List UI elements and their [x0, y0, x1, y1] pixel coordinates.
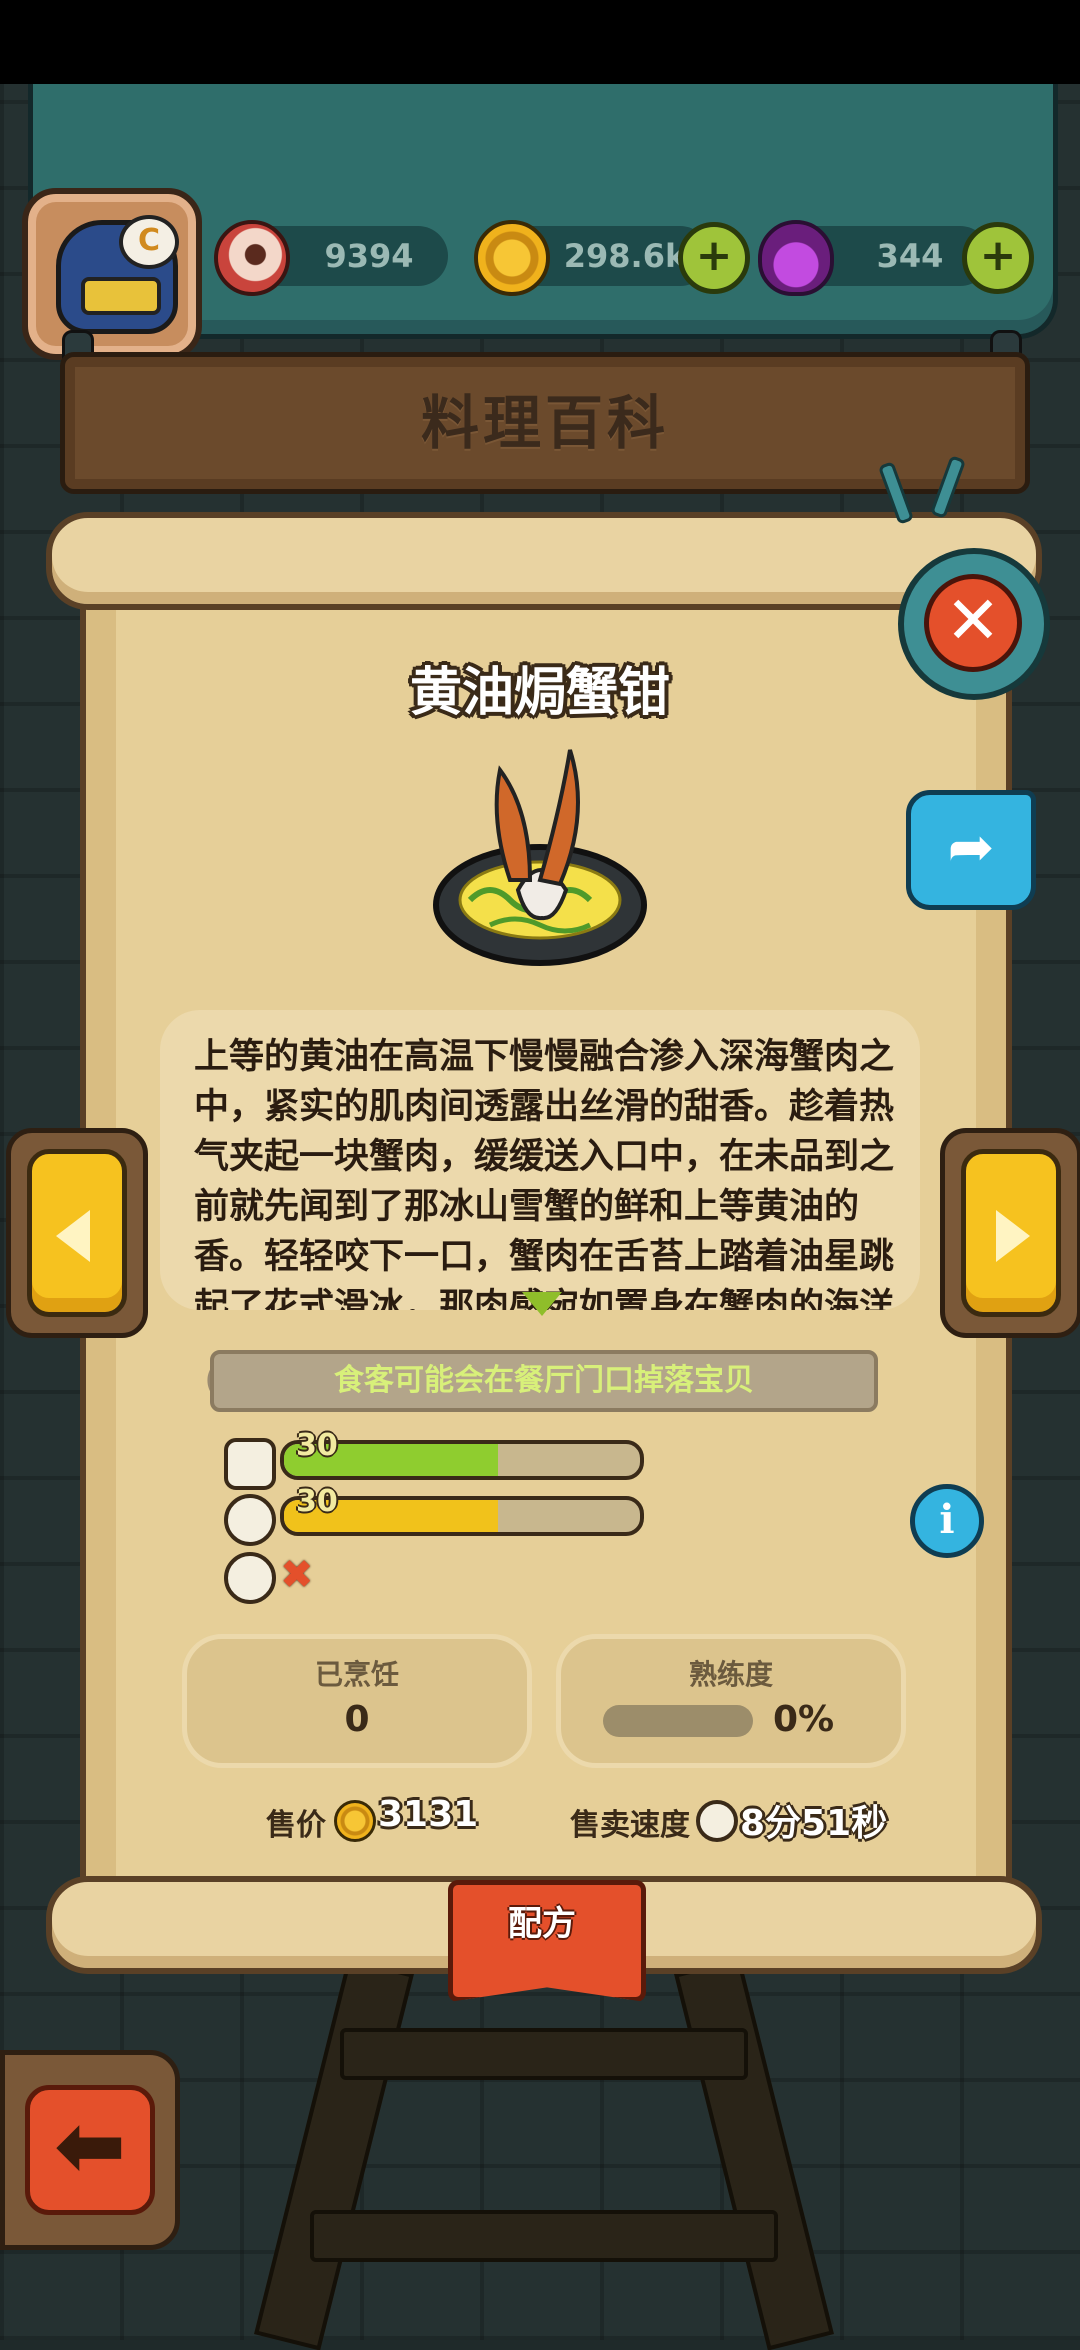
info-button[interactable]: i: [910, 1484, 984, 1558]
sale-speed-label: 售卖速度: [570, 1808, 690, 1843]
flame-icon: [224, 1552, 276, 1604]
drop-hint-banner: 食客可能会在餐厅门口掉落宝贝: [210, 1350, 878, 1412]
easel-bar-upper: [340, 2028, 748, 2080]
chef-hat-icon: C: [119, 215, 179, 269]
chevron-right-icon: [996, 1210, 1030, 1262]
add-coins-button[interactable]: +: [678, 222, 750, 294]
chevron-left-icon: [56, 1210, 90, 1262]
info-icon: i: [939, 1496, 955, 1543]
dish-name: 黄油焗蟹钳: [409, 663, 670, 723]
cooked-value: 0: [344, 1699, 370, 1740]
dish-image: [433, 749, 647, 966]
dish-description: 上等的黄油在高温下慢慢融合渗入深海蟹肉之中，紧实的肌肉间透露出丝滑的甜香。趁着热…: [194, 1037, 895, 1310]
eye-stat-icon: [224, 1494, 276, 1546]
arrow-left-icon: ⬅: [25, 2085, 155, 2215]
easel-bar-lower: [310, 2210, 778, 2262]
cooked-label: 已烹饪: [314, 1658, 399, 1691]
price-value: 3131: [378, 1794, 479, 1835]
next-dish-button[interactable]: [940, 1128, 1080, 1338]
price-coin-icon: [334, 1800, 376, 1842]
share-button[interactable]: ➦: [906, 790, 1036, 910]
potion-icon: [758, 220, 834, 296]
cooked-card: 已烹饪 0: [182, 1634, 532, 1768]
coin-icon: [474, 220, 550, 296]
stat-value-1: 30: [296, 1428, 338, 1463]
next-button-face: [961, 1149, 1061, 1317]
potion-count: 344: [876, 237, 944, 275]
prev-button-face: [27, 1149, 127, 1317]
avatar[interactable]: C: [22, 188, 202, 360]
back-button[interactable]: ⬅: [0, 2050, 180, 2250]
status-bar: [0, 0, 1080, 84]
proficiency-card: 熟练度 0%: [556, 1634, 906, 1768]
price-label: 售价: [266, 1808, 326, 1843]
unavailable-x-icon: ✖: [280, 1552, 314, 1598]
proficiency-label: 熟练度: [688, 1658, 773, 1691]
scroll-top-roll: [46, 512, 1042, 610]
teeth-icon: [224, 1438, 276, 1490]
description-box[interactable]: 上等的黄油在高温下慢慢融合渗入深海蟹肉之中，紧实的肌肉间透露出丝滑的甜香。趁着热…: [160, 1010, 920, 1310]
sale-speed-value: 8分51秒: [740, 1803, 888, 1844]
proficiency-bar: [603, 1705, 753, 1737]
recipe-tab-label[interactable]: 配方: [448, 1896, 636, 1945]
stat-value-2: 30: [296, 1484, 338, 1519]
add-potions-button[interactable]: +: [962, 222, 1034, 294]
coin-count: 298.6k: [563, 237, 687, 275]
share-icon: ➦: [947, 815, 995, 880]
prev-dish-button[interactable]: [6, 1128, 148, 1338]
scroll-more-icon: [522, 1292, 562, 1316]
proficiency-value: 0%: [773, 1699, 835, 1740]
eye-count: 9394: [324, 237, 414, 275]
eye-icon: [214, 220, 290, 296]
avatar-mouth: [81, 277, 161, 315]
clock-icon: [696, 1800, 738, 1842]
avatar-face: C: [56, 215, 179, 334]
